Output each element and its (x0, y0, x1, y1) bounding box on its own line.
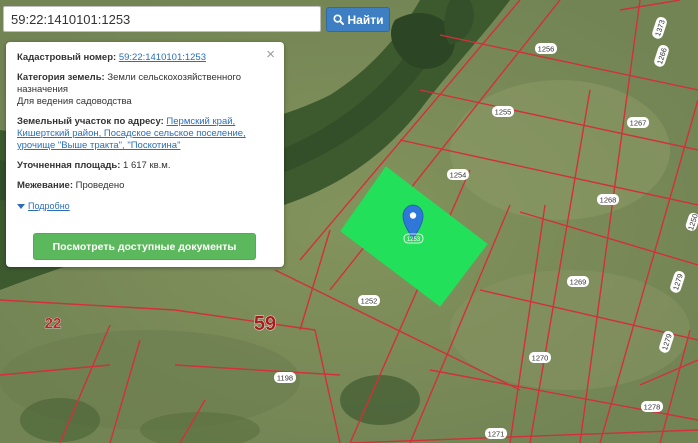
land-category-label: Категория земель: (17, 72, 105, 83)
survey-label: Межевание: (17, 180, 73, 191)
parcel-label: 1198 (277, 374, 293, 383)
parcel-label: 1267 (630, 119, 647, 128)
parcel-label: 1269 (570, 278, 587, 287)
address-link-1[interactable]: Пермский край, (166, 116, 235, 127)
close-icon[interactable]: × (266, 47, 275, 62)
area-value: 1 617 кв.м. (123, 160, 171, 171)
parcel-label: 1252 (361, 297, 378, 306)
land-category-value-2: назначения (17, 84, 69, 95)
parcel-info-panel: × Кадастровый номер: 59:22:1410101:1253 … (6, 42, 284, 267)
parcel-label: 1256 (538, 45, 555, 54)
search-icon (332, 14, 344, 25)
cadastral-number-link[interactable]: 59:22:1410101:1253 (119, 52, 206, 63)
address-link-2[interactable]: Кишертский район, Посадское сельское пос… (17, 128, 246, 139)
parcel-label: 1255 (495, 108, 512, 117)
survey-value: Проведено (75, 180, 125, 191)
details-toggle-label: Подробно (28, 201, 70, 211)
view-documents-button[interactable]: Посмотреть доступные документы (33, 233, 256, 260)
cadastral-number-label: Кадастровый номер: (17, 52, 117, 63)
area-label: Уточненная площадь: (17, 160, 121, 171)
land-category-value-1: Земли сельскохозяйственного (107, 72, 242, 83)
parcel-label: 1254 (450, 171, 467, 180)
details-toggle[interactable]: Подробно (17, 200, 70, 212)
search-button[interactable]: Найти (326, 7, 390, 32)
land-usage-value: Для ведения садоводства (17, 96, 132, 107)
parcel-label: 1271 (488, 430, 505, 439)
search-button-label: Найти (347, 12, 384, 27)
caret-down-icon (17, 203, 25, 209)
svg-text:1253: 1253 (407, 237, 421, 243)
parcel-label: 1278 (644, 403, 661, 412)
search-input[interactable] (3, 6, 321, 32)
parcel-label: 1270 (532, 354, 549, 363)
district-label: 22 (45, 315, 62, 332)
address-link-3[interactable]: урочище "Выше тракта", "Поскотина" (17, 140, 180, 151)
parcel-label: 1268 (600, 196, 617, 205)
region-label: 59 (254, 313, 276, 335)
address-label: Земельный участок по адресу: (17, 116, 164, 127)
